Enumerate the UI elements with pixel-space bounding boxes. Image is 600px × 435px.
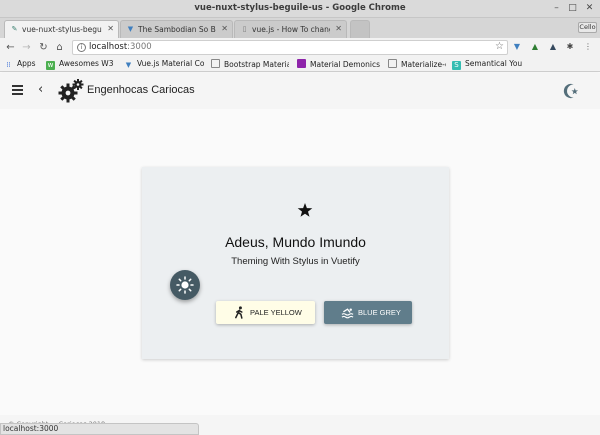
bookmark-vuejs-material[interactable]: ▼ Vue.js Material Co [124, 59, 204, 70]
vue-devtools-extension-icon[interactable]: ▲ [530, 42, 540, 52]
browser-toolbar: ← → ↻ ⌂ i localhost:3000 ☆ [0, 38, 600, 57]
blue-grey-label: BLUE GREY [358, 308, 401, 317]
tab-label: The Sambodian So Be [138, 25, 216, 34]
nuxt-extension-icon[interactable]: ▲ [548, 42, 558, 52]
url-text[interactable]: localhost:3000 [89, 42, 152, 52]
semantic-icon: S [452, 61, 461, 70]
page-favicon-icon: ▯ [242, 25, 247, 33]
tab-strip: ✎ vue-nuxt-stylus-beguile- ✕ ▼ The Sambo… [0, 18, 600, 38]
swimming-icon [341, 308, 354, 319]
hamburger-menu-icon[interactable] [12, 85, 23, 95]
gears-logo-icon [58, 79, 84, 103]
tab-label: vue.js - How To chang [252, 25, 330, 34]
tab-vue-nuxt[interactable]: ✎ vue-nuxt-stylus-beguile- ✕ [4, 20, 119, 38]
star-and-crescent-icon[interactable] [562, 82, 580, 100]
blue-grey-button[interactable]: BLUE GREY [324, 301, 412, 324]
sun-icon [176, 276, 194, 294]
bookmark-star-icon[interactable]: ☆ [495, 41, 504, 52]
home-icon[interactable]: ⌂ [53, 41, 66, 54]
app-brand-title: Engenhocas Cariocas [87, 84, 195, 96]
bookmark-materialize[interactable]: Materialize-o [388, 59, 446, 70]
card-title: Adeus, Mundo Imundo [225, 234, 366, 250]
window-titlebar: vue-nuxt-stylus-beguile-us - Google Chro… [0, 0, 600, 18]
theme-card: Adeus, Mundo Imundo Theming With Stylus … [142, 167, 449, 359]
vuetify-extension-icon[interactable]: ▼ [512, 42, 522, 52]
extension-puzzle-icon[interactable]: ✱ [565, 42, 575, 52]
bookmark-material-demonics[interactable]: Material Demonics [297, 59, 381, 70]
site-info-icon[interactable]: i [77, 43, 86, 52]
tab-vuejs-how-to[interactable]: ▯ vue.js - How To chang ✕ [234, 20, 347, 38]
theme-toggle-fab[interactable] [170, 270, 200, 300]
vuetify-favicon-icon: ▼ [127, 25, 134, 33]
window-title: vue-nuxt-stylus-beguile-us - Google Chro… [194, 3, 406, 13]
forward-arrow-icon[interactable]: → [20, 41, 33, 54]
w3-icon: w [46, 61, 55, 70]
page-icon [211, 59, 220, 68]
vue-icon: ▼ [125, 61, 132, 69]
status-bubble: localhost:3000 [0, 423, 199, 435]
app-toolbar: ‹ Engenhocas Cariocas [0, 73, 600, 109]
chrome-menu-icon[interactable]: ⋮ [583, 42, 593, 52]
page-icon [388, 59, 397, 68]
back-arrow-icon[interactable]: ← [4, 41, 17, 54]
tab-close-icon[interactable]: ✕ [335, 24, 342, 33]
bookmark-awesomes-w3[interactable]: w Awesomes W3 [46, 59, 120, 70]
tab-close-icon[interactable]: ✕ [107, 24, 114, 33]
reload-icon[interactable]: ↻ [37, 41, 50, 54]
apps-grid-icon: ⁞⁞ [6, 61, 11, 69]
close-window-button[interactable]: ✕ [583, 2, 596, 15]
maximize-button[interactable]: □ [566, 2, 579, 15]
tab-sambodian[interactable]: ▼ The Sambodian So Be ✕ [120, 20, 233, 38]
tab-label: vue-nuxt-stylus-beguile- [22, 25, 102, 34]
bookmark-apps[interactable]: ⁞⁞ Apps [4, 59, 44, 70]
bookmark-semantical-you[interactable]: S Semantical You [452, 59, 528, 70]
walking-person-icon [235, 306, 243, 319]
address-bar[interactable]: i localhost:3000 ☆ [72, 40, 508, 55]
chevron-left-icon[interactable]: ‹ [38, 82, 43, 97]
bookmarks-bar: ⁞⁞ Apps w Awesomes W3 ▼ Vue.js Material Co … [0, 57, 600, 72]
tab-close-icon[interactable]: ✕ [221, 24, 228, 33]
pale-yellow-button[interactable]: PALE YELLOW [216, 301, 315, 324]
card-subtitle: Theming With Stylus in Vuetify [231, 256, 360, 267]
star-and-crescent-icon [282, 195, 313, 227]
bookmark-bootstrap-material[interactable]: Bootstrap Material [211, 59, 289, 70]
profile-button[interactable]: Cello [578, 22, 597, 33]
new-tab-button[interactable] [350, 20, 370, 38]
pale-yellow-label: PALE YELLOW [250, 308, 302, 317]
page-favicon-icon: ✎ [11, 25, 18, 33]
material-icon [297, 59, 306, 68]
minimize-button[interactable]: – [550, 2, 563, 15]
